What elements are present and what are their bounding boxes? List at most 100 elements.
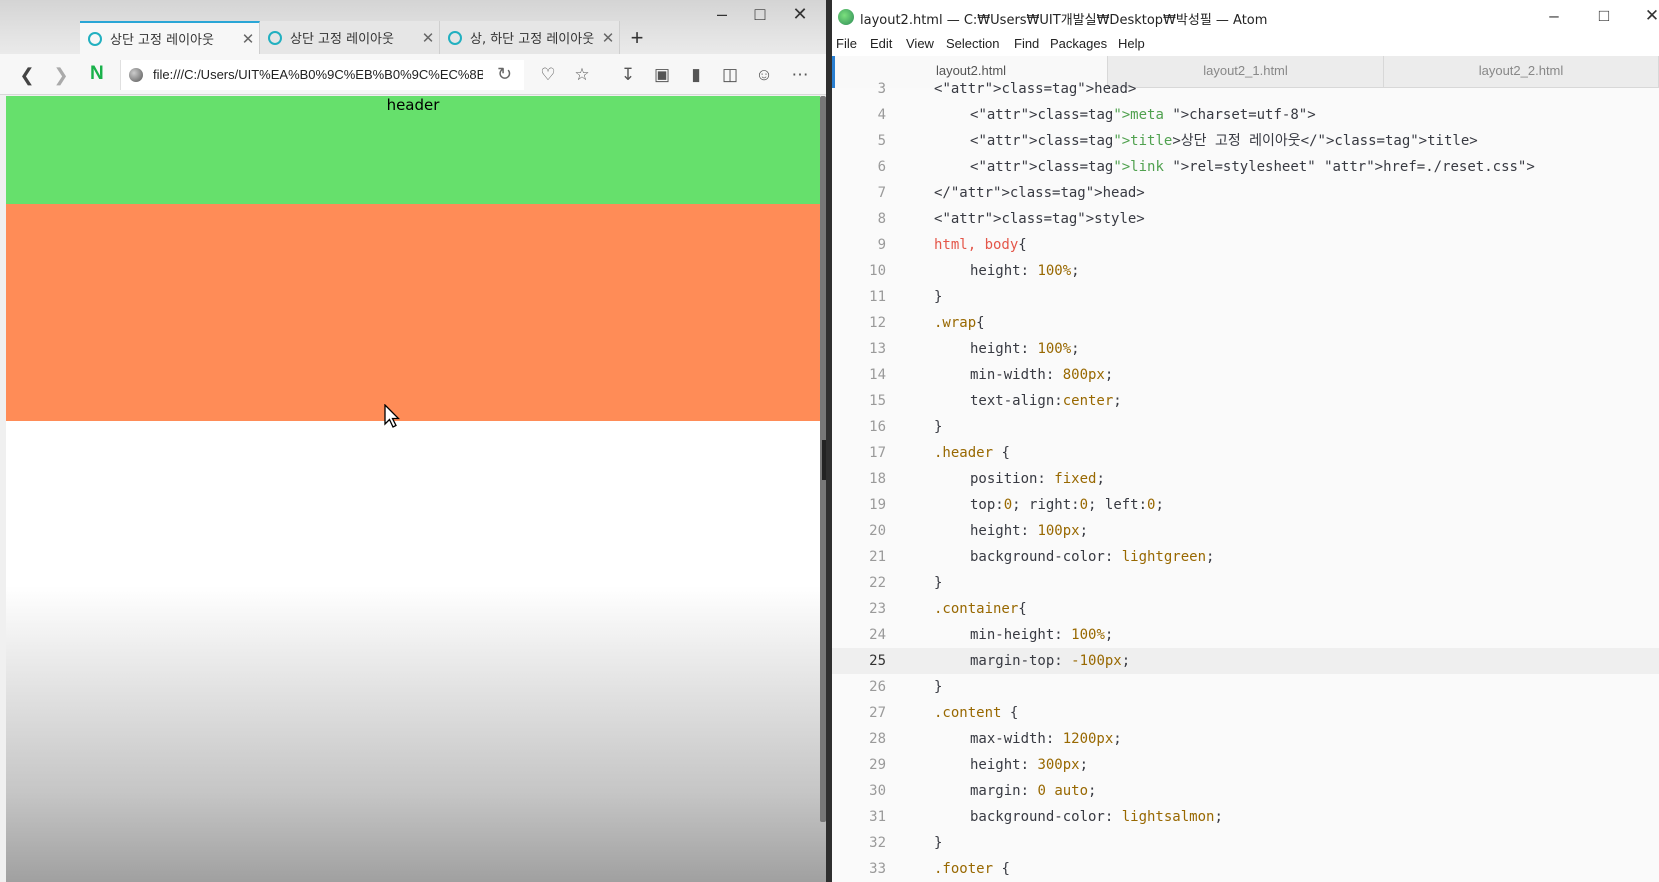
menu-file[interactable]: File [836,36,857,51]
tab-close-icon[interactable]: ✕ [237,30,259,48]
code-text[interactable]: min-height: 100%; [970,622,1113,648]
code-line[interactable]: 33 .footer { [832,856,1659,882]
code-text[interactable]: margin: 0 auto; [970,778,1096,804]
code-line[interactable]: 7 </"attr">class=tag">head> [832,180,1659,206]
download-icon[interactable]: ↧ [616,63,640,87]
address-bar[interactable]: file:///C:/Users/UIT%EA%B0%9C%EB%B0%9C%E… [120,60,524,90]
menu-selection[interactable]: Selection [946,36,999,51]
code-line[interactable]: 21 background-color: lightgreen; [832,544,1659,570]
code-text[interactable]: height: 300px; [970,752,1088,778]
code-text[interactable]: <"attr">class=tag">title>상단 고정 레이아웃</">c… [970,128,1478,154]
close-icon[interactable]: ✕ [1632,6,1659,26]
code-line[interactable]: 14 min-width: 800px; [832,362,1659,388]
code-text[interactable]: <"attr">class=tag">style> [934,206,1145,232]
forward-icon[interactable]: ❯ [48,62,74,88]
close-icon[interactable]: ✕ [782,4,818,25]
naver-logo-icon[interactable]: N [90,63,104,85]
menu-find[interactable]: Find [1014,36,1039,51]
code-text[interactable]: height: 100px; [970,518,1088,544]
code-line[interactable]: 23 .container{ [832,596,1659,622]
back-icon[interactable]: ❮ [14,62,40,88]
code-text[interactable]: margin-top: -100px; [970,648,1130,674]
code-text[interactable]: height: 100%; [970,258,1080,284]
code-text[interactable]: </"attr">class=tag">head> [934,180,1145,206]
maximize-icon[interactable]: □ [1584,6,1624,26]
menu-view[interactable]: View [906,36,934,51]
code-text[interactable]: } [934,674,942,700]
code-text[interactable]: background-color: lightgreen; [970,544,1214,570]
code-line[interactable]: 3 <"attr">class=tag">head> [832,76,1659,102]
code-text[interactable]: <"attr">class=tag">head> [934,76,1136,102]
tab-close-icon[interactable]: ✕ [597,29,619,47]
menu-packages[interactable]: Packages [1050,36,1107,51]
code-line[interactable]: 32} [832,830,1659,856]
code-line[interactable]: 29 height: 300px; [832,752,1659,778]
code-text[interactable]: min-width: 800px; [970,362,1113,388]
code-text[interactable]: text-align:center; [970,388,1122,414]
code-line[interactable]: 26} [832,674,1659,700]
code-line[interactable]: 22} [832,570,1659,596]
code-line[interactable]: 31 background-color: lightsalmon; [832,804,1659,830]
code-line[interactable]: 13 height: 100%; [832,336,1659,362]
line-number: 25 [869,653,886,669]
menu-help[interactable]: Help [1118,36,1145,51]
code-line[interactable]: 9 html, body{ [832,232,1659,258]
browser-tab-2[interactable]: 상단 고정 레이아웃 ✕ [260,21,440,54]
minimize-icon[interactable]: – [1534,6,1574,26]
code-line[interactable]: 11} [832,284,1659,310]
profile-icon[interactable]: ☺ [752,63,776,87]
reload-icon[interactable]: ↻ [497,64,512,85]
code-line[interactable]: 18 position: fixed; [832,466,1659,492]
code-text[interactable]: height: 100%; [970,336,1080,362]
code-text[interactable]: <"attr">class=tag">link ">rel=stylesheet… [970,154,1535,180]
code-text[interactable]: .wrap{ [934,310,985,336]
code-text[interactable]: } [934,570,942,596]
code-text[interactable]: <"attr">class=tag">meta ">charset=utf-8"… [970,102,1316,128]
code-line[interactable]: 17 .header { [832,440,1659,466]
more-menu-icon[interactable]: ⋯ [788,63,812,87]
code-text[interactable]: position: fixed; [970,466,1105,492]
code-text[interactable]: .footer { [934,856,1010,882]
code-text[interactable]: top:0; right:0; left:0; [970,492,1164,518]
code-text[interactable]: .container{ [934,596,1027,622]
code-text[interactable]: } [934,830,942,856]
code-text[interactable]: max-width: 1200px; [970,726,1122,752]
code-line[interactable]: 28 max-width: 1200px; [832,726,1659,752]
code-text[interactable]: } [934,414,942,440]
code-line[interactable]: 25 margin-top: -100px; [832,648,1659,674]
bookmark-star-icon[interactable]: ☆ [570,63,594,87]
splitter-grip[interactable] [822,440,826,480]
code-line[interactable]: 5 <"attr">class=tag">title>상단 고정 레이아웃</">… [832,128,1659,154]
screenshot-icon[interactable]: ▣ [650,63,674,87]
code-line[interactable]: 24 min-height: 100%; [832,622,1659,648]
reader-icon[interactable]: ▮ [684,63,708,87]
code-text[interactable]: background-color: lightsalmon; [970,804,1223,830]
browser-tab-3[interactable]: 상, 하단 고정 레이아웃 ✕ [440,21,620,54]
pocket-icon[interactable]: ♡ [536,63,560,87]
code-text[interactable]: html, body{ [934,232,1027,258]
url-text[interactable]: file:///C:/Users/UIT%EA%B0%9C%EB%B0%9C%E… [153,67,483,82]
browser-tab-1[interactable]: 상단 고정 레이아웃 ✕ [80,21,260,54]
sidebar-icon[interactable]: ◫ [718,63,742,87]
code-line[interactable]: 6 <"attr">class=tag">link ">rel=styleshee… [832,154,1659,180]
code-line[interactable]: 10 height: 100%; [832,258,1659,284]
maximize-icon[interactable]: □ [742,4,778,25]
code-line[interactable]: 16} [832,414,1659,440]
code-line[interactable]: 8 <"attr">class=tag">style> [832,206,1659,232]
code-line[interactable]: 15 text-align:center; [832,388,1659,414]
code-text[interactable]: } [934,284,942,310]
menu-edit[interactable]: Edit [870,36,892,51]
code-editor[interactable]: 3 <"attr">class=tag">head> 4 <"attr">class=… [832,81,1659,882]
code-line[interactable]: 12 .wrap{ [832,310,1659,336]
code-line[interactable]: 27 .content { [832,700,1659,726]
code-line[interactable]: 19 top:0; right:0; left:0; [832,492,1659,518]
code-text[interactable]: .content { [934,700,1018,726]
code-line[interactable]: 30 margin: 0 auto; [832,778,1659,804]
code-line[interactable]: 20 height: 100px; [832,518,1659,544]
code-text[interactable]: .header { [934,440,1010,466]
code-line[interactable]: 4 <"attr">class=tag">meta ">charset=utf-8… [832,102,1659,128]
tab-close-icon[interactable]: ✕ [417,29,439,47]
site-info-icon[interactable] [129,68,143,82]
new-tab-button[interactable]: + [620,23,654,53]
minimize-icon[interactable]: – [704,4,740,25]
